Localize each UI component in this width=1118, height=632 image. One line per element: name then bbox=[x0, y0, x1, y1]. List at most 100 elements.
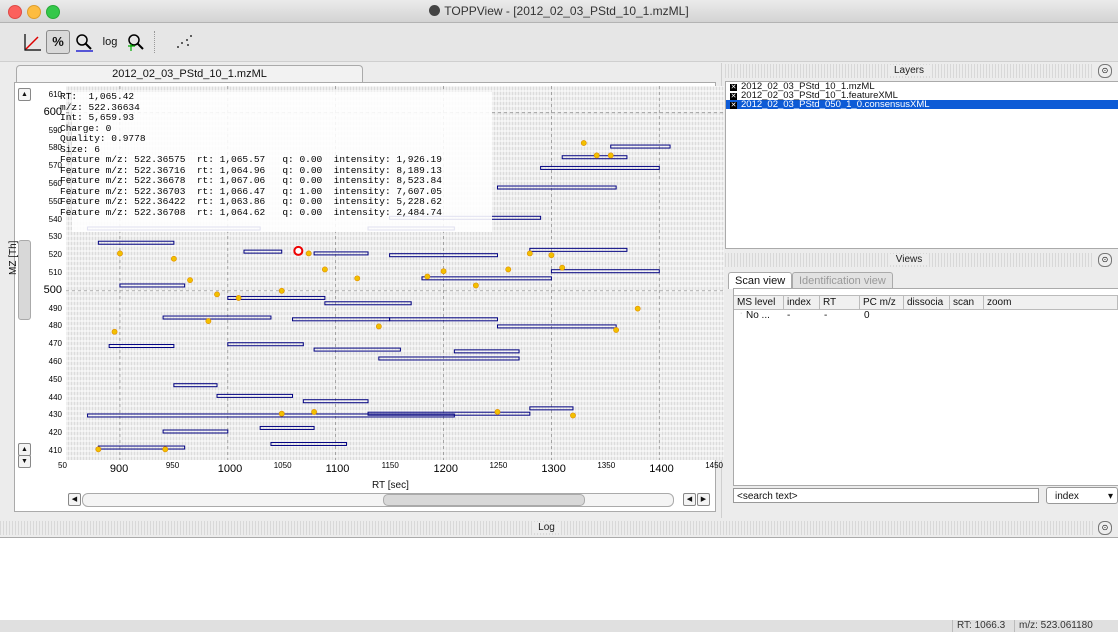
feature-box[interactable] bbox=[378, 356, 520, 361]
consensus-point[interactable] bbox=[162, 446, 169, 453]
feature-box[interactable] bbox=[97, 445, 186, 450]
percentage-intensity-button[interactable]: % bbox=[46, 30, 70, 54]
consensus-point[interactable] bbox=[278, 410, 285, 417]
consensus-point[interactable] bbox=[375, 323, 382, 330]
consensus-point[interactable] bbox=[117, 250, 123, 257]
tab-identification-view[interactable]: Identification view bbox=[792, 272, 893, 289]
feature-box[interactable] bbox=[162, 315, 272, 320]
consensus-point[interactable] bbox=[440, 268, 447, 275]
consensus-point[interactable] bbox=[214, 291, 220, 298]
log-intensity-button[interactable]: log bbox=[98, 30, 122, 54]
consensus-point[interactable] bbox=[634, 305, 641, 312]
horizontal-scroll-thumb[interactable] bbox=[383, 494, 585, 506]
scroll-right-button[interactable]: ▶ bbox=[697, 493, 710, 506]
consensus-point[interactable] bbox=[607, 152, 614, 159]
feature-box[interactable] bbox=[302, 399, 369, 404]
log-panel[interactable] bbox=[0, 537, 1118, 621]
scroll-up-button[interactable]: ▲ bbox=[18, 88, 31, 101]
feature-box[interactable] bbox=[259, 425, 315, 430]
consensus-point[interactable] bbox=[494, 409, 501, 415]
feature-box[interactable] bbox=[453, 349, 520, 354]
feature-box[interactable] bbox=[610, 144, 671, 149]
feature-box[interactable] bbox=[324, 301, 412, 306]
snap-intensity-button[interactable] bbox=[72, 30, 96, 54]
consensus-point[interactable] bbox=[354, 275, 361, 282]
dock-float-icon[interactable]: ⊙ bbox=[1098, 253, 1112, 267]
feature-box[interactable] bbox=[243, 249, 283, 254]
linear-intensity-button[interactable] bbox=[20, 30, 44, 54]
feature-box[interactable] bbox=[313, 251, 369, 256]
feature-box[interactable] bbox=[496, 185, 617, 190]
feature-box[interactable] bbox=[173, 383, 218, 388]
search-field-select[interactable]: index ▾ bbox=[1046, 487, 1118, 504]
consensus-point[interactable] bbox=[570, 412, 576, 419]
layer-checkbox[interactable]: ✕ bbox=[730, 84, 737, 91]
column-pc-mz[interactable]: PC m/z bbox=[860, 296, 904, 309]
consensus-point[interactable] bbox=[111, 328, 118, 335]
y-major-tick-label: 500 bbox=[43, 283, 62, 296]
layer-item-selected[interactable]: ✕ 2012_02_03_PStd_050_1_0.consensusXML bbox=[726, 100, 1118, 109]
feature-box[interactable] bbox=[270, 441, 347, 446]
feature-box[interactable] bbox=[389, 317, 498, 322]
feature-box[interactable] bbox=[227, 342, 304, 347]
vertical-scrollbar[interactable]: ▲ ▲ ▼ bbox=[18, 88, 31, 468]
search-input[interactable]: <search text> bbox=[733, 488, 1039, 503]
show-projections-button[interactable] bbox=[124, 30, 148, 54]
tab-scan-view[interactable]: Scan view bbox=[728, 272, 793, 289]
column-index[interactable]: index bbox=[784, 296, 820, 309]
consensus-point[interactable] bbox=[613, 327, 620, 333]
consensus-point[interactable] bbox=[526, 250, 533, 257]
layer-checkbox[interactable]: ✕ bbox=[730, 102, 737, 109]
y-minor-tick-label: 510 bbox=[48, 268, 62, 277]
feature-box[interactable] bbox=[540, 165, 660, 170]
info-line: Feature m/z: 522.36575 rt: 1,065.57 q: 0… bbox=[60, 154, 442, 165]
consensus-point[interactable] bbox=[170, 255, 177, 262]
consensus-point[interactable] bbox=[593, 152, 600, 159]
consensus-point[interactable] bbox=[95, 446, 102, 453]
selected-consensus-point[interactable] bbox=[293, 245, 304, 256]
column-dissociation[interactable]: dissocia bbox=[904, 296, 950, 309]
feature-box[interactable] bbox=[313, 347, 401, 352]
feature-box[interactable] bbox=[496, 324, 617, 329]
feature-box[interactable] bbox=[421, 276, 552, 281]
vertical-scroll-thumb[interactable] bbox=[18, 240, 31, 320]
consensus-point[interactable] bbox=[305, 250, 312, 257]
scroll-down-button[interactable]: ▼ bbox=[18, 455, 31, 468]
scroll-left-small-button[interactable]: ◀ bbox=[683, 493, 696, 506]
feature-box[interactable] bbox=[216, 393, 294, 398]
column-ms-level[interactable]: MS level bbox=[734, 296, 784, 309]
consensus-point[interactable] bbox=[235, 295, 242, 301]
horizontal-scrollbar[interactable] bbox=[82, 493, 674, 507]
consensus-point[interactable] bbox=[473, 282, 479, 289]
consensus-point[interactable] bbox=[548, 252, 555, 259]
consensus-point[interactable] bbox=[278, 287, 285, 294]
tab-document[interactable]: 2012_02_03_PStd_10_1.mzML bbox=[16, 65, 363, 83]
consensus-point[interactable] bbox=[505, 266, 512, 273]
feature-box[interactable] bbox=[292, 317, 391, 322]
consensus-point[interactable] bbox=[559, 264, 566, 271]
feature-box[interactable] bbox=[529, 247, 628, 252]
feature-box[interactable] bbox=[550, 269, 660, 274]
feature-box[interactable] bbox=[97, 240, 175, 245]
column-scan[interactable]: scan bbox=[950, 296, 984, 309]
consensus-point[interactable] bbox=[424, 273, 431, 280]
consensus-point[interactable] bbox=[311, 409, 317, 415]
show-points-button[interactable] bbox=[172, 30, 196, 54]
layer-checkbox[interactable]: ✕ bbox=[730, 93, 737, 100]
feature-box[interactable] bbox=[162, 429, 229, 434]
column-rt[interactable]: RT bbox=[820, 296, 860, 309]
x-major-tick-label: 1000 bbox=[217, 463, 243, 475]
dock-float-icon[interactable]: ⊙ bbox=[1098, 521, 1112, 535]
dock-float-icon[interactable]: ⊙ bbox=[1098, 64, 1112, 78]
consensus-point[interactable] bbox=[580, 140, 587, 146]
feature-box[interactable] bbox=[227, 295, 326, 300]
column-zoom[interactable]: zoom bbox=[984, 296, 1118, 309]
consensus-point[interactable] bbox=[205, 318, 212, 324]
layers-dock-header: Layers bbox=[725, 64, 1093, 78]
consensus-point[interactable] bbox=[187, 277, 193, 284]
scroll-left-button[interactable]: ◀ bbox=[68, 493, 81, 506]
consensus-point[interactable] bbox=[321, 266, 328, 273]
feature-box[interactable] bbox=[108, 344, 175, 349]
feature-box[interactable] bbox=[119, 283, 186, 288]
feature-box[interactable] bbox=[529, 406, 574, 411]
